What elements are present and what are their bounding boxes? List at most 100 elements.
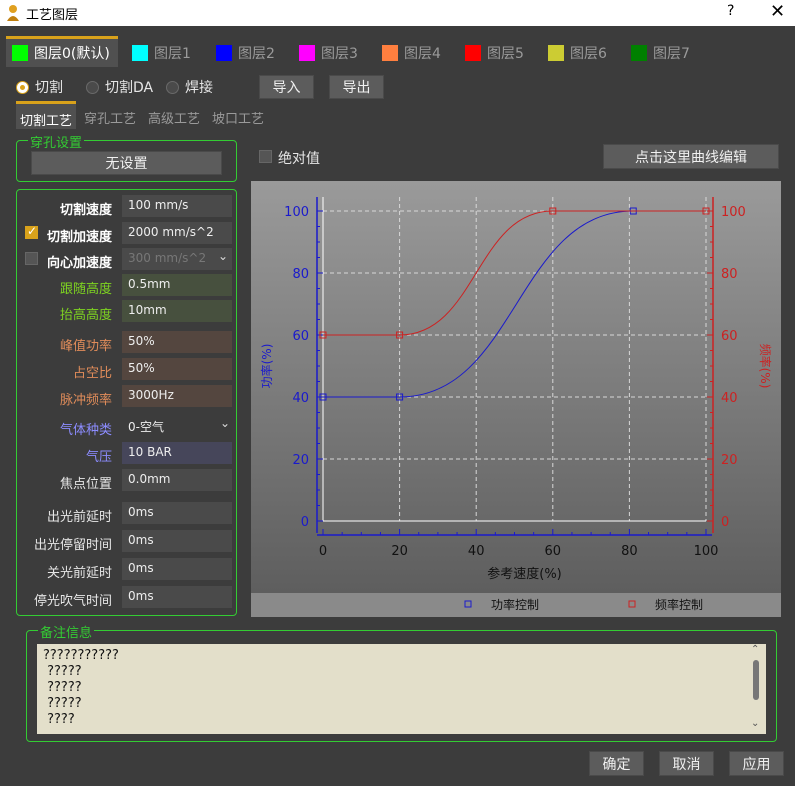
cut-speed-field[interactable]: 100 mm/s [122,195,232,217]
tab-layer4[interactable]: 图层4 [382,39,441,67]
cut-accel-label: 切割加速度 [46,230,112,245]
cut-accel-field[interactable]: 2000 mm/s^2 [122,222,232,244]
pierce-setting-button[interactable]: 无设置 [31,151,222,175]
layer-swatch [12,45,28,61]
tab-pierce-process[interactable]: 穿孔工艺 [80,104,140,128]
tab-label: 图层2 [238,46,275,62]
edit-curve-button[interactable]: 点击这里曲线编辑 [603,144,779,169]
tab-layer7[interactable]: 图层7 [631,39,690,67]
right-tick-label: 100 [721,205,746,220]
x-tick-label: 60 [545,544,562,559]
tab-label: 图层1 [154,46,191,62]
layer-swatch [132,45,148,61]
left-tick-label: 40 [292,391,309,406]
chevron-down-icon[interactable]: ⌄ [751,718,759,729]
layer-swatch [548,45,564,61]
lift-height-field[interactable]: 10mm [122,300,232,322]
duty-field[interactable]: 50% [122,358,232,380]
right-axis-title: 频率(%) [758,344,773,389]
notes-line: ????? [43,696,82,711]
tab-label: 图层4 [404,46,441,62]
left-tick-label: 0 [301,515,309,530]
ok-button[interactable]: 确定 [589,751,644,776]
peak-power-label: 峰值功率 [59,339,112,354]
pre-delay-label: 出光前延时 [46,510,112,525]
help-button[interactable]: ? [727,3,734,19]
follow-height-field[interactable]: 0.5mm [122,274,232,296]
tab-advanced-process[interactable]: 高级工艺 [144,104,204,128]
absolute-checkbox[interactable] [259,150,272,163]
close-icon[interactable]: ✕ [770,1,785,22]
radio-dot [86,80,99,94]
tab-cut-process[interactable]: 切割工艺 [16,101,77,129]
tab-label: 图层3 [321,46,358,62]
tab-label: 图层5 [487,46,524,62]
centripetal-select[interactable]: 300 mm/s^2 ⌄ [122,248,232,270]
notes-line: ???? [43,712,75,727]
x-tick-label: 40 [468,544,485,559]
notes-scrollbar[interactable]: ⌃ ⌄ [750,644,762,732]
curve-chart[interactable]: 0 20 40 60 80 100 功率(%) 0 20 40 60 80 100 频率(%) 0 20 40 6… [251,181,781,617]
tab-label: 图层6 [570,46,607,62]
notes-line: ??????????? [43,648,119,663]
pulse-freq-field[interactable]: 3000Hz [122,385,232,407]
gas-type-select[interactable]: 0-空气 ⌄ [122,415,234,437]
layer-swatch [299,45,315,61]
right-tick-label: 40 [721,391,738,406]
radio-dot [166,80,179,94]
export-button[interactable]: 导出 [329,75,384,99]
chart-background [251,181,781,593]
tab-label: 图层0(默认) [34,46,110,62]
radio-cut[interactable]: 切割 [16,77,63,97]
tab-label: 图层7 [653,46,690,62]
notes-textarea[interactable]: ??????????? ????? ????? ????? ???? [37,644,766,734]
notes-line: ????? [43,664,82,679]
gas-pressure-label: 气压 [85,450,112,465]
left-tick-label: 20 [292,453,309,468]
tab-layer3[interactable]: 图层3 [299,39,358,67]
legend-label: 功率控制 [491,597,539,612]
app-icon [7,5,19,21]
focus-label: 焦点位置 [59,477,112,492]
centripetal-label: 向心加速度 [46,256,112,271]
peak-power-field[interactable]: 50% [122,331,232,353]
right-tick-label: 80 [721,267,738,282]
x-axis-title: 参考速度(%) [487,566,562,582]
chevron-down-icon: ⌄ [218,249,229,263]
tab-layer6[interactable]: 图层6 [548,39,607,67]
x-tick-label: 100 [694,544,719,559]
tab-layer5[interactable]: 图层5 [465,39,524,67]
scroll-thumb[interactable] [753,660,759,700]
dwell-field[interactable]: 0ms [122,530,232,552]
radio-dot [16,80,29,94]
tab-layer2[interactable]: 图层2 [216,39,275,67]
chevron-up-icon[interactable]: ⌃ [751,644,759,655]
duty-label: 占空比 [72,366,112,381]
right-tick-label: 20 [721,453,738,468]
blow-time-field[interactable]: 0ms [122,586,232,608]
layer-swatch [631,45,647,61]
tab-layer1[interactable]: 图层1 [132,39,191,67]
radio-weld[interactable]: 焊接 [166,77,213,97]
left-axis-title: 功率(%) [259,344,274,389]
gas-type-value: 0-空气 [128,420,164,434]
layer-tabs: 图层0(默认) 图层1 图层2 图层3 图层4 图层5 图层6 图层7 [0,26,795,70]
lift-height-label: 抬高高度 [59,308,112,323]
apply-button[interactable]: 应用 [729,751,784,776]
pre-delay-field[interactable]: 0ms [122,502,232,524]
blow-time-label: 停光吹气时间 [33,594,112,609]
x-tick-label: 20 [391,544,408,559]
off-delay-label: 关光前延时 [46,566,112,581]
radio-label: 焊接 [185,80,213,96]
import-button[interactable]: 导入 [259,75,314,99]
left-tick-label: 80 [292,267,309,282]
focus-field[interactable]: 0.0mm [122,469,232,491]
off-delay-field[interactable]: 0ms [122,558,232,580]
gas-pressure-field[interactable]: 10 BAR [122,442,232,464]
tab-layer0[interactable]: 图层0(默认) [6,36,118,67]
legend-label: 频率控制 [655,597,703,612]
tab-bevel-process[interactable]: 坡口工艺 [208,104,268,128]
title-bar: 工艺图层 ? ✕ [0,0,795,26]
cancel-button[interactable]: 取消 [659,751,714,776]
radio-cut-da[interactable]: 切割DA [86,77,153,97]
